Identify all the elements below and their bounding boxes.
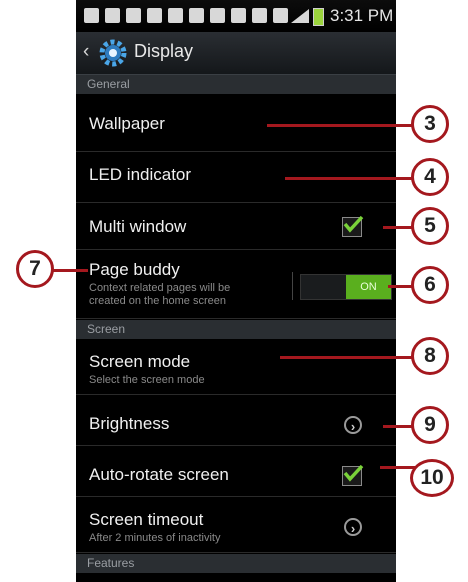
callout-line: [267, 124, 417, 127]
callout-10: 10: [410, 459, 454, 497]
section-header-general: General: [76, 75, 396, 94]
setting-brightness[interactable]: Brightness ›: [76, 396, 396, 446]
chevron-right-icon[interactable]: ›: [344, 518, 362, 536]
battery-icon: [313, 8, 324, 26]
mail-icon: [147, 8, 162, 23]
auto-rotate-checkbox[interactable]: [342, 464, 364, 486]
status-bar: 3:31 PM: [76, 0, 396, 32]
callout-9: 9: [411, 406, 449, 444]
setting-screen-mode[interactable]: Screen mode Select the screen mode: [76, 339, 396, 395]
bluetooth-icon: [231, 8, 246, 23]
chevron-left-icon[interactable]: ‹: [83, 42, 89, 62]
page-buddy-toggle[interactable]: ON: [300, 274, 392, 300]
setting-subtitle: Select the screen mode: [89, 374, 205, 386]
signal-icon: [291, 9, 309, 23]
setting-screen-timeout[interactable]: Screen timeout After 2 minutes of inacti…: [76, 498, 396, 553]
toggle-on-label: ON: [346, 275, 391, 299]
chevron-right-icon[interactable]: ›: [344, 416, 362, 434]
action-bar: ‹ Display: [76, 32, 396, 75]
multi-window-checkbox[interactable]: [342, 215, 364, 237]
setting-wallpaper[interactable]: Wallpaper: [76, 94, 396, 152]
setting-multi-window[interactable]: Multi window: [76, 204, 396, 250]
wifi-icon: [273, 8, 288, 23]
facebook-icon: [126, 8, 141, 23]
usb-icon: [105, 8, 120, 23]
page-title: Display: [134, 41, 194, 61]
checkmark-icon: [343, 464, 364, 482]
setting-auto-rotate[interactable]: Auto-rotate screen: [76, 447, 396, 497]
nfc-icon: [252, 8, 267, 23]
sync-icon: [189, 8, 204, 23]
phone-screen: 3:31 PM ‹ Display General Wallpaper LED …: [76, 0, 396, 582]
callout-5: 5: [411, 207, 449, 245]
status-time: 3:31 PM: [330, 6, 394, 25]
mail-icon: [168, 8, 183, 23]
callout-line: [285, 177, 417, 180]
toggle-divider: [292, 272, 293, 300]
section-header-features: Features: [76, 554, 396, 573]
section-header-screen: Screen: [76, 320, 396, 339]
callout-line: [50, 269, 88, 272]
callout-line: [280, 356, 417, 359]
callout-4: 4: [411, 158, 449, 196]
gear-icon[interactable]: [98, 38, 128, 68]
alert-icon: [210, 8, 225, 23]
notification-icon: [84, 8, 99, 23]
notification-icons: [84, 8, 288, 23]
callout-6: 6: [411, 266, 449, 304]
callout-8: 8: [411, 337, 449, 375]
setting-title: LED indicator: [89, 165, 192, 184]
callout-7: 7: [16, 250, 54, 288]
checkmark-icon: [343, 215, 364, 233]
setting-title: Screen mode: [89, 352, 191, 371]
callout-3: 3: [411, 105, 449, 143]
